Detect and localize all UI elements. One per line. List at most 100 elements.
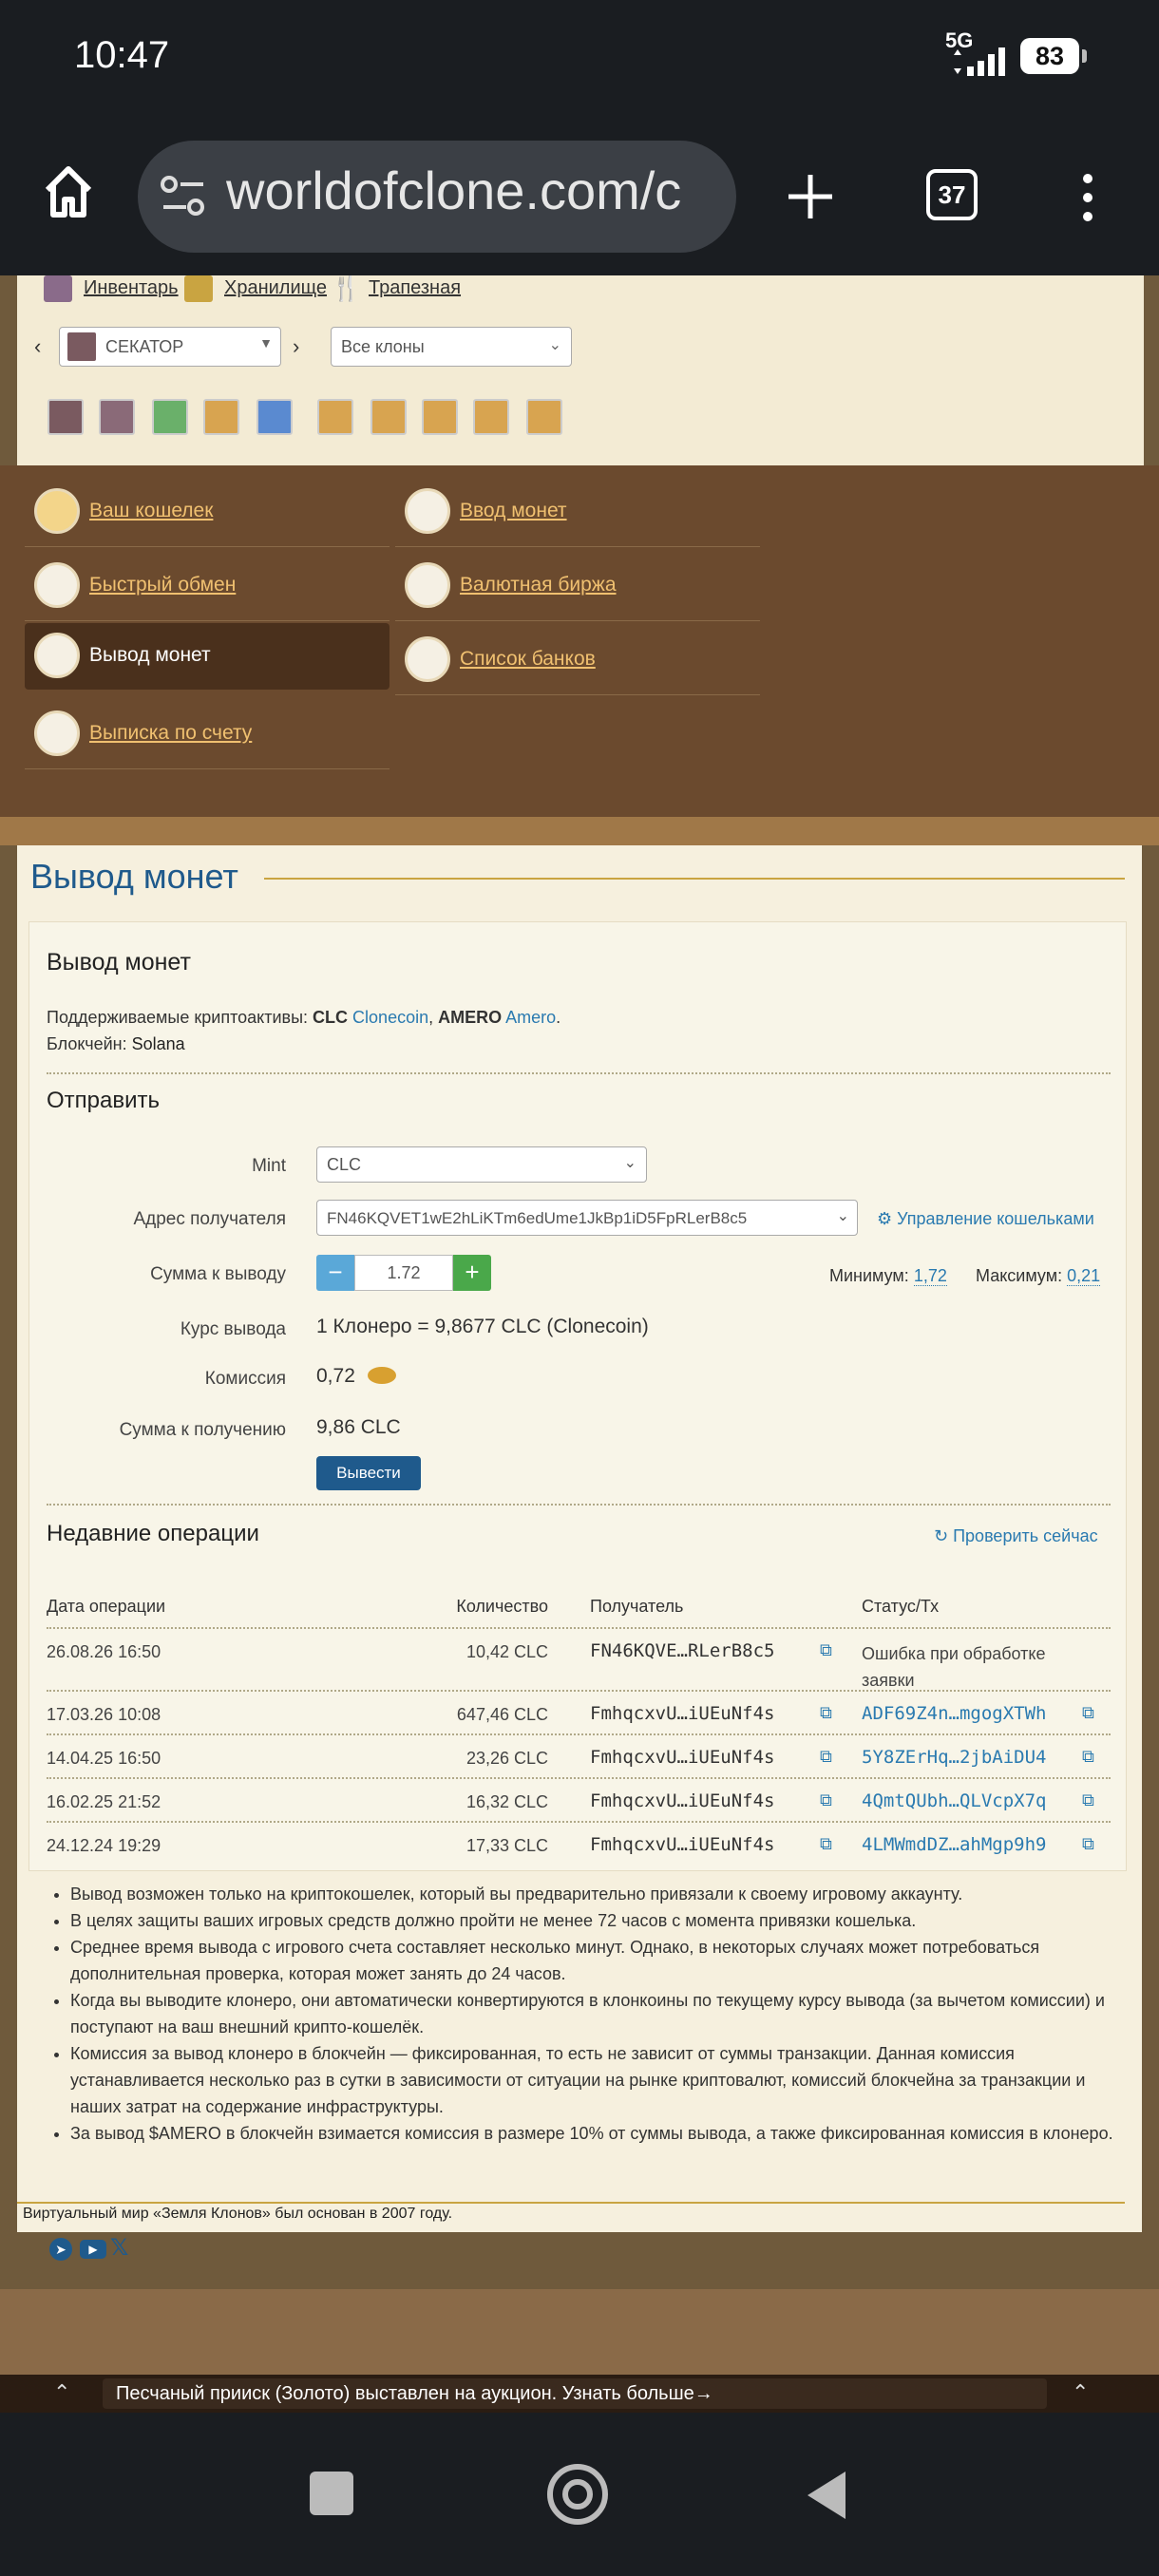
home-icon[interactable]: [42, 163, 95, 220]
address-value: FN46KQVET1wE2hLiKTm6edUme1JkBp1iD5FpRLer…: [327, 1209, 748, 1227]
menu-label: Вывод монет: [89, 644, 211, 666]
more-menu-icon[interactable]: [1078, 171, 1097, 228]
youtube-icon[interactable]: ▶: [80, 2240, 106, 2259]
clone-thumb[interactable]: [370, 399, 407, 435]
row-recipient: FmhqcxvU…iUEuNf4s: [590, 1703, 775, 1724]
menu-item-banks[interactable]: Список банков: [395, 623, 760, 695]
storage-link[interactable]: Хранилище: [224, 277, 327, 299]
clone-thumb[interactable]: [317, 399, 353, 435]
chevron-up-icon[interactable]: ⌃: [53, 2380, 70, 2405]
copy-icon[interactable]: ⧉: [1082, 1790, 1094, 1810]
send-title: Отправить: [47, 1088, 161, 1113]
chevron-up-icon[interactable]: ⌃: [1072, 2380, 1089, 2405]
clone-panel: Инвентарь Хранилище 🍴 Трапезная ‹ СЕКАТО…: [17, 275, 1144, 465]
ticker-text: Песчаный прииск (Золото) выставлен на ау…: [116, 2383, 713, 2404]
exchange-icon: [34, 562, 80, 608]
title-rule: [264, 878, 1125, 880]
clone-thumb[interactable]: [473, 399, 509, 435]
inventory-link[interactable]: Инвентарь: [84, 277, 179, 299]
copy-icon[interactable]: ⧉: [820, 1747, 832, 1767]
clone-avatar: [67, 332, 96, 361]
copy-icon[interactable]: ⧉: [820, 1790, 832, 1810]
decrement-button[interactable]: −: [316, 1255, 354, 1291]
max-limit: Максимум: 0,21: [976, 1266, 1101, 1286]
row-recipient: FmhqcxvU…iUEuNf4s: [590, 1747, 775, 1768]
clone-thumb[interactable]: [422, 399, 458, 435]
menu-item-wallet[interactable]: Ваш кошелек: [25, 475, 390, 547]
clone-thumb[interactable]: [203, 399, 239, 435]
new-tab-icon[interactable]: [785, 171, 836, 222]
row-amount: 10,42 CLC: [466, 1642, 548, 1661]
mint-select[interactable]: CLC ⌄: [316, 1146, 647, 1183]
copy-icon[interactable]: ⧉: [1082, 1834, 1094, 1854]
x-icon[interactable]: 𝕏: [110, 2234, 128, 2262]
news-ticker: ⌃ Песчаный прииск (Золото) выставлен на …: [0, 2375, 1159, 2413]
manage-wallets-link[interactable]: ⚙ Управление кошельками: [877, 1209, 1094, 1229]
row-tx-link[interactable]: 4LMWmdDZ…ahMgp9h9: [862, 1834, 1046, 1855]
withdraw-icon: [34, 633, 80, 678]
menu-label: Ввод монет: [460, 500, 567, 521]
ticker-box[interactable]: Песчаный прииск (Золото) выставлен на ау…: [103, 2378, 1047, 2409]
clock: 10:47: [74, 34, 170, 76]
row-tx-link[interactable]: 4QmtQUbh…QLVcpX7q: [862, 1790, 1046, 1811]
min-value[interactable]: 1,72: [913, 1266, 947, 1286]
amero-link[interactable]: Amero: [505, 1008, 556, 1027]
clone-select[interactable]: СЕКАТОР ▼: [59, 327, 281, 367]
copy-icon[interactable]: ⧉: [820, 1703, 832, 1723]
next-clone-icon[interactable]: ›: [293, 334, 299, 359]
row-amount: 17,33 CLC: [466, 1836, 548, 1855]
chevron-down-icon: ⌄: [548, 337, 561, 353]
back-button[interactable]: [804, 2468, 849, 2523]
menu-label: Список банков: [460, 648, 596, 670]
supported-assets: Поддерживаемые криптоактивы: CLC Cloneco…: [47, 1008, 561, 1027]
card-title: Вывод монет: [47, 949, 191, 975]
prev-clone-icon[interactable]: ‹: [34, 334, 41, 359]
copy-icon[interactable]: ⧉: [1082, 1747, 1094, 1767]
divider: [47, 1072, 1111, 1074]
amount-input[interactable]: [354, 1255, 453, 1291]
check-now-link[interactable]: ↻ Проверить сейчас: [934, 1526, 1098, 1546]
menu-item-deposit[interactable]: Ввод монет: [395, 475, 760, 547]
table-row: 26.08.26 16:50 10,42 CLC FN46KQVE…RLerB8…: [47, 1627, 1111, 1692]
clone-thumb[interactable]: [99, 399, 135, 435]
row-tx-link[interactable]: ADF69Z4n…mgogXTWh: [862, 1703, 1046, 1724]
wallet-icon: [34, 488, 80, 534]
address-label: Адрес получателя: [133, 1209, 286, 1229]
ornament-divider: [0, 817, 1159, 845]
site-settings-icon[interactable]: [160, 173, 207, 220]
battery-indicator: 83: [1020, 38, 1087, 74]
row-amount: 647,46 CLC: [456, 1705, 548, 1724]
note-item: В целях защиты ваших игровых средств дол…: [70, 1907, 1125, 1934]
copy-icon[interactable]: ⧉: [820, 1834, 832, 1854]
copy-icon[interactable]: ⧉: [1082, 1703, 1094, 1723]
address-select[interactable]: FN46KQVET1wE2hLiKTm6edUme1JkBp1iD5FpRLer…: [316, 1200, 858, 1236]
chevron-down-icon: ⌄: [623, 1155, 636, 1171]
clonecoin-link[interactable]: Clonecoin: [352, 1008, 428, 1027]
clone-thumb[interactable]: [152, 399, 188, 435]
max-value[interactable]: 0,21: [1067, 1266, 1101, 1286]
clone-filter-select[interactable]: Все клоны ⌄: [331, 327, 572, 367]
menu-item-statement[interactable]: Выписка по счету: [25, 697, 390, 769]
tab-switcher-button[interactable]: 37: [926, 169, 978, 220]
copy-icon[interactable]: ⧉: [820, 1640, 832, 1660]
submit-withdraw-button[interactable]: Вывести: [316, 1456, 421, 1490]
home-button[interactable]: [547, 2464, 608, 2525]
clone-thumb[interactable]: [48, 399, 84, 435]
menu-item-currency[interactable]: Валютная биржа: [395, 549, 760, 621]
telegram-icon[interactable]: ➤: [49, 2238, 72, 2261]
menu-item-exchange[interactable]: Быстрый обмен: [25, 549, 390, 621]
col-header-recipient: Получатель: [590, 1597, 684, 1616]
fee-label: Комиссия: [204, 1369, 286, 1389]
game-page: Инвентарь Хранилище 🍴 Трапезная ‹ СЕКАТО…: [0, 275, 1159, 2375]
clone-thumb[interactable]: [526, 399, 562, 435]
dining-link[interactable]: Трапезная: [369, 277, 461, 299]
clone-thumb[interactable]: [256, 399, 293, 435]
system-nav-bar: [0, 2413, 1159, 2576]
note-item: Комиссия за вывод клонеро в блокчейн — ф…: [70, 2040, 1125, 2120]
recents-button[interactable]: [310, 2472, 353, 2515]
menu-item-withdraw-active[interactable]: Вывод монет: [25, 623, 390, 690]
increment-button[interactable]: +: [453, 1255, 491, 1291]
row-tx-link[interactable]: 5Y8ZErHq…2jbAiDU4: [862, 1747, 1046, 1768]
inventory-icon: [44, 275, 72, 302]
candles-icon: [405, 562, 450, 608]
